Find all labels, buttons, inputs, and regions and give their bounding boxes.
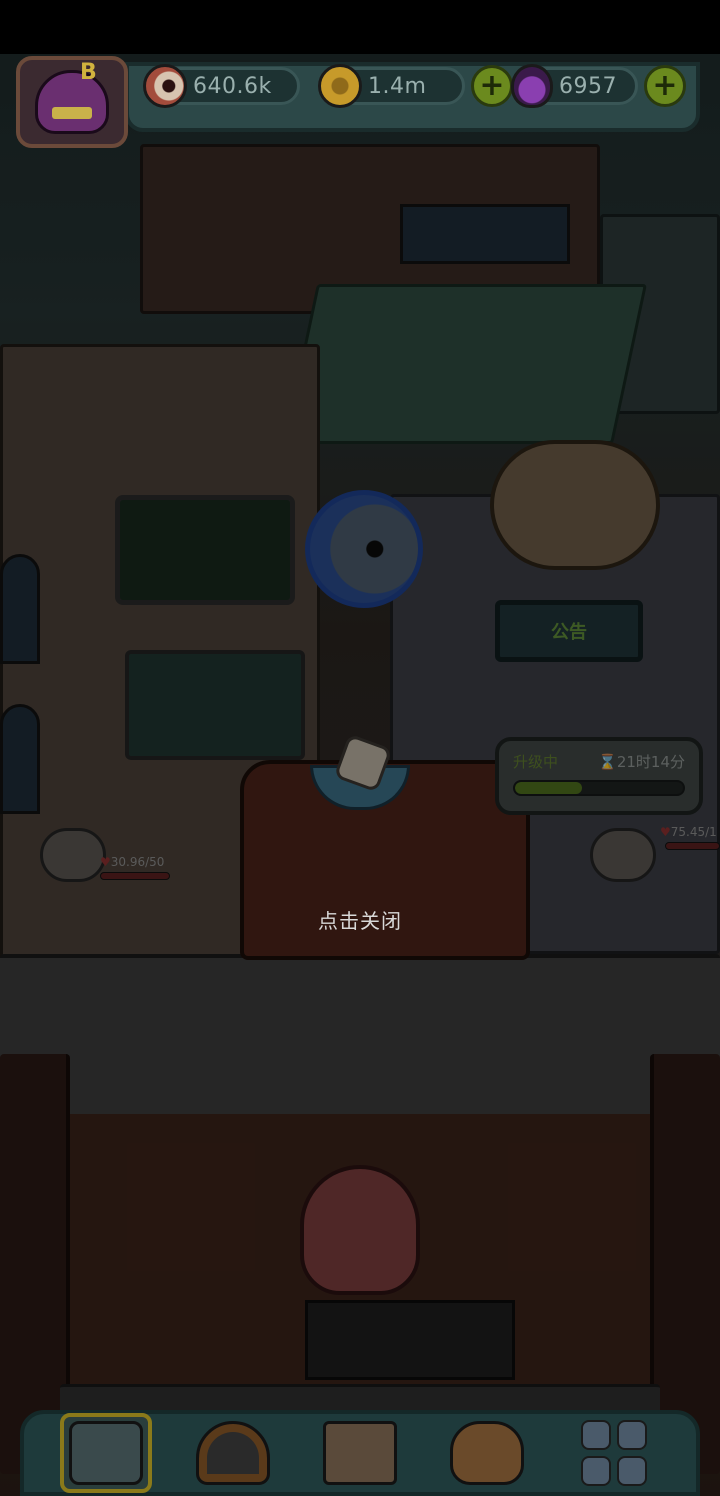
bottom-nav <box>20 1410 700 1496</box>
eye-count: 640.6k <box>193 73 272 99</box>
coin-count: 1.4m <box>368 73 427 99</box>
avatar-badge: B <box>80 60 97 85</box>
upgrade-progress-fill <box>515 782 583 794</box>
potion-count: 6957 <box>559 73 617 99</box>
monster-icon <box>195 1421 270 1485</box>
recipe-book-icon <box>322 1421 397 1485</box>
eye-resource-pill: 640.6k <box>143 64 300 108</box>
building-window <box>400 204 570 264</box>
eyeball-icon <box>143 64 187 108</box>
nav-bag-button[interactable] <box>441 1413 533 1493</box>
stove <box>305 1300 515 1380</box>
arched-window <box>0 554 40 664</box>
player-avatar[interactable]: B <box>16 56 128 148</box>
upgrade-label: 升级中 <box>513 753 559 771</box>
customer-hp-label: ♥30.96/50 <box>100 855 165 869</box>
top-hud: B 640.6k 1.4m + 6957 + <box>0 54 720 148</box>
coin-resource-pill: 1.4m <box>318 64 465 108</box>
customer-hp-label: ♥75.45/1 <box>660 825 717 839</box>
monster-avatar-icon <box>35 70 109 134</box>
customer-thought-bubble[interactable] <box>590 828 656 882</box>
customer-hp-bar <box>100 872 170 880</box>
potion-resource: 6957 + <box>511 64 686 108</box>
money-bag-icon <box>450 1421 525 1485</box>
shop-icon <box>68 1421 143 1485</box>
octopus-chef-icon[interactable] <box>300 1165 420 1295</box>
heart-icon: ♥ <box>100 855 111 869</box>
coin-resource: 1.4m + <box>318 64 513 108</box>
airship-icon[interactable] <box>490 440 660 570</box>
nav-more-button[interactable] <box>568 1413 660 1493</box>
add-coins-button[interactable]: + <box>471 65 513 107</box>
customer-hp-bar <box>665 842 720 850</box>
neon-sign <box>115 495 295 605</box>
hourglass-icon: ⌛ <box>598 753 617 771</box>
upgrade-status-bubble[interactable]: 升级中 ⌛21时14分 <box>495 737 703 815</box>
arched-window <box>0 704 40 814</box>
notice-board-label: 公告 <box>551 622 587 643</box>
eye-resource: 640.6k <box>143 64 300 108</box>
coin-icon <box>318 64 362 108</box>
dice-bowl-icon[interactable] <box>310 733 410 810</box>
nav-monster-button[interactable] <box>187 1413 279 1493</box>
potion-icon <box>511 64 553 108</box>
tap-to-close-hint[interactable]: 点击关闭 <box>0 905 720 934</box>
grid-menu-icon <box>581 1420 648 1486</box>
eye-portal-icon[interactable] <box>305 490 423 608</box>
street-floor <box>0 954 720 1114</box>
customer-thought-bubble[interactable] <box>40 828 106 882</box>
upgrade-timer: ⌛21时14分 <box>598 753 685 771</box>
upgrade-progress-track <box>513 780 685 796</box>
fish-tank <box>125 650 305 760</box>
nav-recipe-button[interactable] <box>314 1413 406 1493</box>
potion-resource-pill: 6957 <box>511 64 638 108</box>
add-potions-button[interactable]: + <box>644 65 686 107</box>
nav-shop-button[interactable] <box>59 1413 152 1493</box>
rooftop-terrace <box>282 284 648 444</box>
heart-icon: ♥ <box>660 825 671 839</box>
notice-board[interactable]: 公告 <box>495 600 643 662</box>
